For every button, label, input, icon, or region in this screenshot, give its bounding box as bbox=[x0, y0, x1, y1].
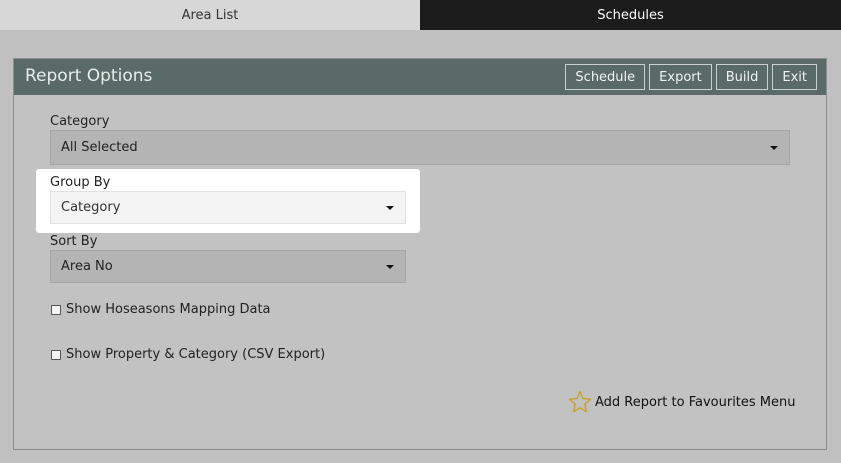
tab-schedules-label: Schedules bbox=[597, 7, 664, 23]
property-category-checkbox-label[interactable]: Show Property & Category (CSV Export) bbox=[66, 347, 325, 362]
hoseasons-checkbox-label[interactable]: Show Hoseasons Mapping Data bbox=[66, 302, 271, 317]
star-icon bbox=[568, 390, 592, 413]
export-button[interactable]: Export bbox=[649, 64, 712, 90]
panel-header: Report Options Schedule Export Build Exi… bbox=[14, 59, 826, 95]
category-label: Category bbox=[50, 114, 110, 129]
exit-button[interactable]: Exit bbox=[772, 64, 817, 90]
group-by-label: Group By bbox=[50, 175, 111, 190]
chevron-down-icon bbox=[770, 145, 778, 150]
chevron-down-icon bbox=[386, 264, 394, 269]
group-by-select[interactable]: Category bbox=[50, 191, 406, 224]
group-by-select-value: Category bbox=[61, 200, 121, 215]
property-category-checkbox[interactable] bbox=[51, 349, 61, 360]
schedule-button[interactable]: Schedule bbox=[565, 64, 646, 90]
tab-bar: Area List Schedules bbox=[0, 0, 841, 30]
build-button[interactable]: Build bbox=[715, 64, 769, 90]
sort-by-select[interactable]: Area No bbox=[50, 250, 406, 283]
header-buttons: Schedule Export Build Exit bbox=[565, 64, 817, 90]
tab-area-list-label: Area List bbox=[181, 7, 239, 23]
tab-schedules[interactable]: Schedules bbox=[420, 0, 841, 30]
tab-area-list[interactable]: Area List bbox=[0, 0, 420, 30]
add-to-favourites-label: Add Report to Favourites Menu bbox=[595, 394, 796, 410]
sort-by-label: Sort By bbox=[50, 234, 98, 249]
hoseasons-checkbox[interactable] bbox=[51, 304, 61, 315]
chevron-down-icon bbox=[386, 205, 394, 210]
add-to-favourites-link[interactable]: Add Report to Favourites Menu bbox=[568, 390, 796, 414]
panel-title: Report Options bbox=[25, 66, 153, 86]
sort-by-select-value: Area No bbox=[61, 259, 113, 274]
category-select-value: All Selected bbox=[61, 140, 138, 155]
category-select[interactable]: All Selected bbox=[50, 130, 790, 165]
hoseasons-checkbox-row: Show Hoseasons Mapping Data bbox=[51, 302, 271, 317]
report-options-panel: Report Options Schedule Export Build Exi… bbox=[13, 58, 827, 450]
property-category-checkbox-row: Show Property & Category (CSV Export) bbox=[51, 347, 325, 362]
